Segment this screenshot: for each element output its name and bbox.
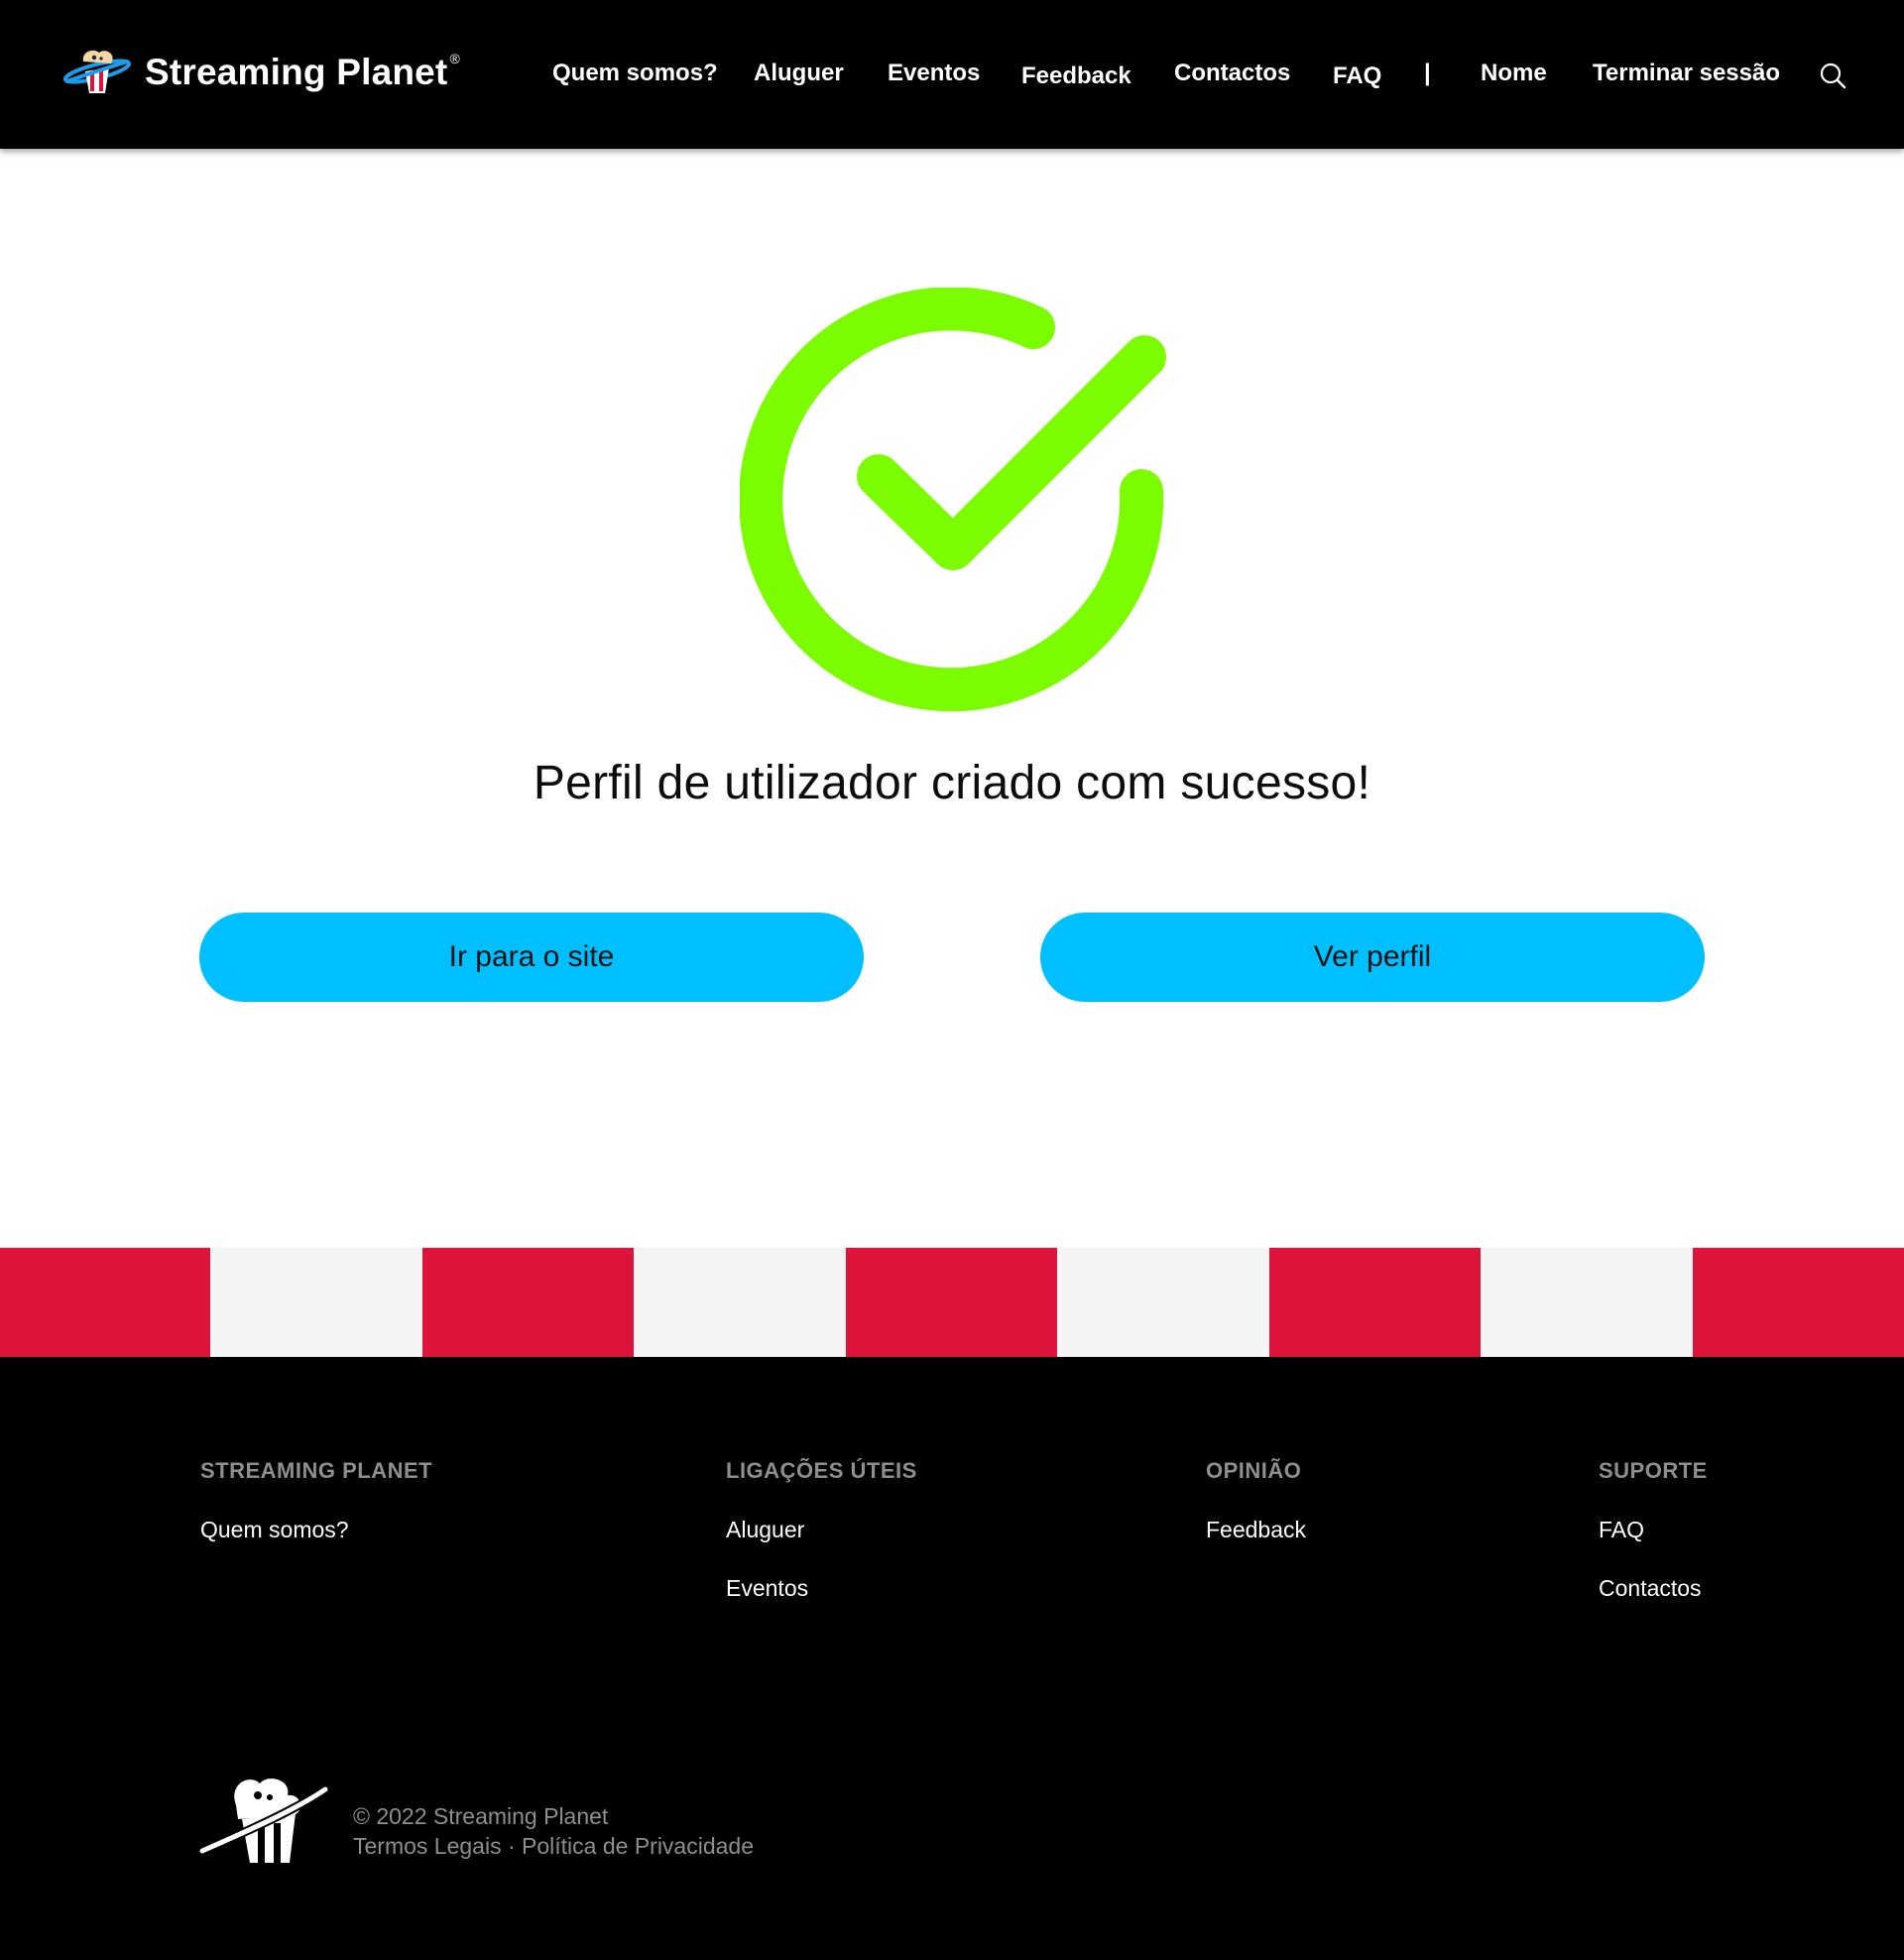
stripe-light	[634, 1248, 846, 1357]
legal-separator: ·	[501, 1833, 523, 1859]
footer-link-contacts[interactable]: Contactos	[1599, 1575, 1708, 1602]
nav-logout[interactable]: Terminar sessão	[1593, 60, 1780, 87]
decorative-stripe-band	[0, 1248, 1904, 1357]
nav-contacts[interactable]: Contactos	[1174, 60, 1290, 87]
footer-column-brand: STREAMING PLANET Quem somos?	[200, 1458, 432, 1543]
view-profile-button[interactable]: Ver perfil	[1040, 913, 1705, 1002]
footer-heading-brand: STREAMING PLANET	[200, 1458, 433, 1483]
footer-heading-opinion: OPINIÃO	[1206, 1458, 1302, 1483]
stripe-red	[1269, 1248, 1481, 1357]
footer-popcorn-planet-logo-icon	[198, 1778, 329, 1863]
nav-faq[interactable]: FAQ	[1333, 62, 1381, 90]
success-title: Perfil de utilizador criado com sucesso!	[533, 757, 1371, 809]
footer-link-faq[interactable]: FAQ	[1599, 1517, 1708, 1543]
footer-link-rental[interactable]: Aluguer	[726, 1517, 917, 1543]
check-circle-icon	[740, 288, 1166, 712]
footer-link-events[interactable]: Eventos	[726, 1575, 917, 1602]
stripe-red	[422, 1248, 634, 1357]
nav-events[interactable]: Eventos	[888, 60, 980, 87]
footer-column-useful-links: LIGAÇÕES ÚTEIS Aluguer Eventos	[726, 1458, 917, 1602]
main-nav: Quem somos? Aluguer Eventos Feedback Con…	[0, 0, 1904, 149]
stripe-light	[210, 1248, 422, 1357]
footer-column-opinion: OPINIÃO Feedback	[1206, 1458, 1306, 1543]
nav-separator: |	[1424, 60, 1431, 86]
nav-feedback[interactable]: Feedback	[1021, 62, 1131, 90]
footer-link-about[interactable]: Quem somos?	[200, 1517, 432, 1543]
footer-heading-support: SUPORTE	[1599, 1458, 1708, 1483]
search-icon[interactable]	[1819, 61, 1846, 89]
nav-user-name[interactable]: Nome	[1481, 60, 1547, 87]
footer-column-support: SUPORTE FAQ Contactos	[1599, 1458, 1708, 1602]
stripe-red	[0, 1248, 210, 1357]
nav-about[interactable]: Quem somos?	[552, 60, 718, 87]
stripe-light	[1057, 1248, 1269, 1357]
stripe-red	[1693, 1248, 1904, 1357]
legal-links: Termos Legais · Política de Privacidade	[353, 1831, 754, 1861]
stripe-red	[846, 1248, 1057, 1357]
site-footer	[0, 1357, 1904, 1960]
copyright-text: © 2022 Streaming Planet	[353, 1803, 609, 1829]
privacy-link[interactable]: Política de Privacidade	[522, 1833, 754, 1859]
terms-link[interactable]: Termos Legais	[353, 1833, 502, 1859]
stripe-light	[1481, 1248, 1693, 1357]
footer-link-feedback[interactable]: Feedback	[1206, 1517, 1306, 1543]
nav-rental[interactable]: Aluguer	[754, 60, 844, 87]
footer-copyright-block: © 2022 Streaming Planet Termos Legais · …	[353, 1801, 754, 1861]
top-navbar: Streaming Planet ® Quem somos? Aluguer E…	[0, 0, 1904, 149]
footer-heading-useful-links: LIGAÇÕES ÚTEIS	[726, 1458, 917, 1483]
go-to-site-button[interactable]: Ir para o site	[199, 913, 864, 1002]
